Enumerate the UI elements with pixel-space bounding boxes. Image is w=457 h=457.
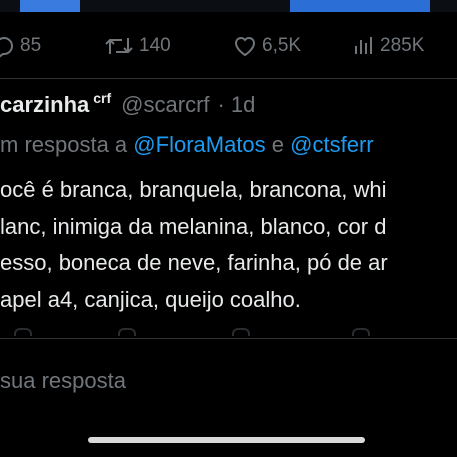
body-line: apel a4, canjica, queijo coalho. [0, 286, 301, 312]
separator-dot: · [217, 92, 225, 117]
top-image-strip [0, 0, 457, 12]
reply-input-field[interactable]: sua resposta [0, 368, 126, 394]
reply-body-text: ocê é branca, branquela, brancona, whi l… [0, 172, 457, 318]
home-indicator[interactable] [88, 437, 365, 443]
mention-link[interactable]: @ctsferr [290, 132, 373, 157]
reply-timestamp[interactable]: 1d [231, 92, 255, 118]
retweet-icon [105, 38, 133, 54]
reply-header: carzinha crf @scarcrf · 1d [0, 90, 255, 124]
tweet-metrics-bar: 85 140 6,5K 285K [0, 28, 457, 64]
like-count: 6,5K [262, 35, 302, 56]
reply-action-icon [352, 328, 370, 336]
body-line: lanc, inimiga da melanina, blanco, cor d [0, 213, 387, 239]
reply-count-button[interactable]: 85 [0, 28, 41, 64]
reply-action-icon [14, 328, 32, 336]
body-line: ocê é branca, branquela, brancona, whi [0, 177, 387, 202]
views-count: 285K [380, 35, 425, 56]
divider [0, 338, 457, 339]
replying-to-line: m resposta a @FloraMatos e @ctsferr [0, 132, 374, 158]
reply-author-name[interactable]: carzinha [0, 92, 89, 118]
reply-count: 85 [20, 35, 42, 56]
reply-icon [0, 36, 14, 58]
reply-action-icon [232, 328, 250, 336]
reply-author-name-suffix: crf [93, 90, 112, 106]
retweet-count-button[interactable]: 140 [103, 28, 171, 64]
like-count-button[interactable]: 6,5K [232, 28, 301, 64]
image-fragment [20, 0, 80, 12]
like-icon [234, 37, 256, 57]
reply-author-handle[interactable]: @scarcrf [121, 92, 209, 118]
body-line: esso, boneca de neve, farinha, pó de ar [0, 250, 388, 275]
retweet-count: 140 [139, 35, 171, 56]
image-fragment [290, 0, 430, 12]
views-count-button[interactable]: 285K [352, 28, 424, 64]
mention-link[interactable]: @FloraMatos [133, 132, 265, 157]
divider [0, 78, 457, 79]
views-icon [355, 37, 372, 54]
reply-action-icon [118, 328, 136, 336]
replying-to-prefix: m resposta a [0, 132, 128, 157]
replying-to-conjunction: e [271, 132, 285, 157]
reply-action-icons-partial [0, 326, 457, 336]
